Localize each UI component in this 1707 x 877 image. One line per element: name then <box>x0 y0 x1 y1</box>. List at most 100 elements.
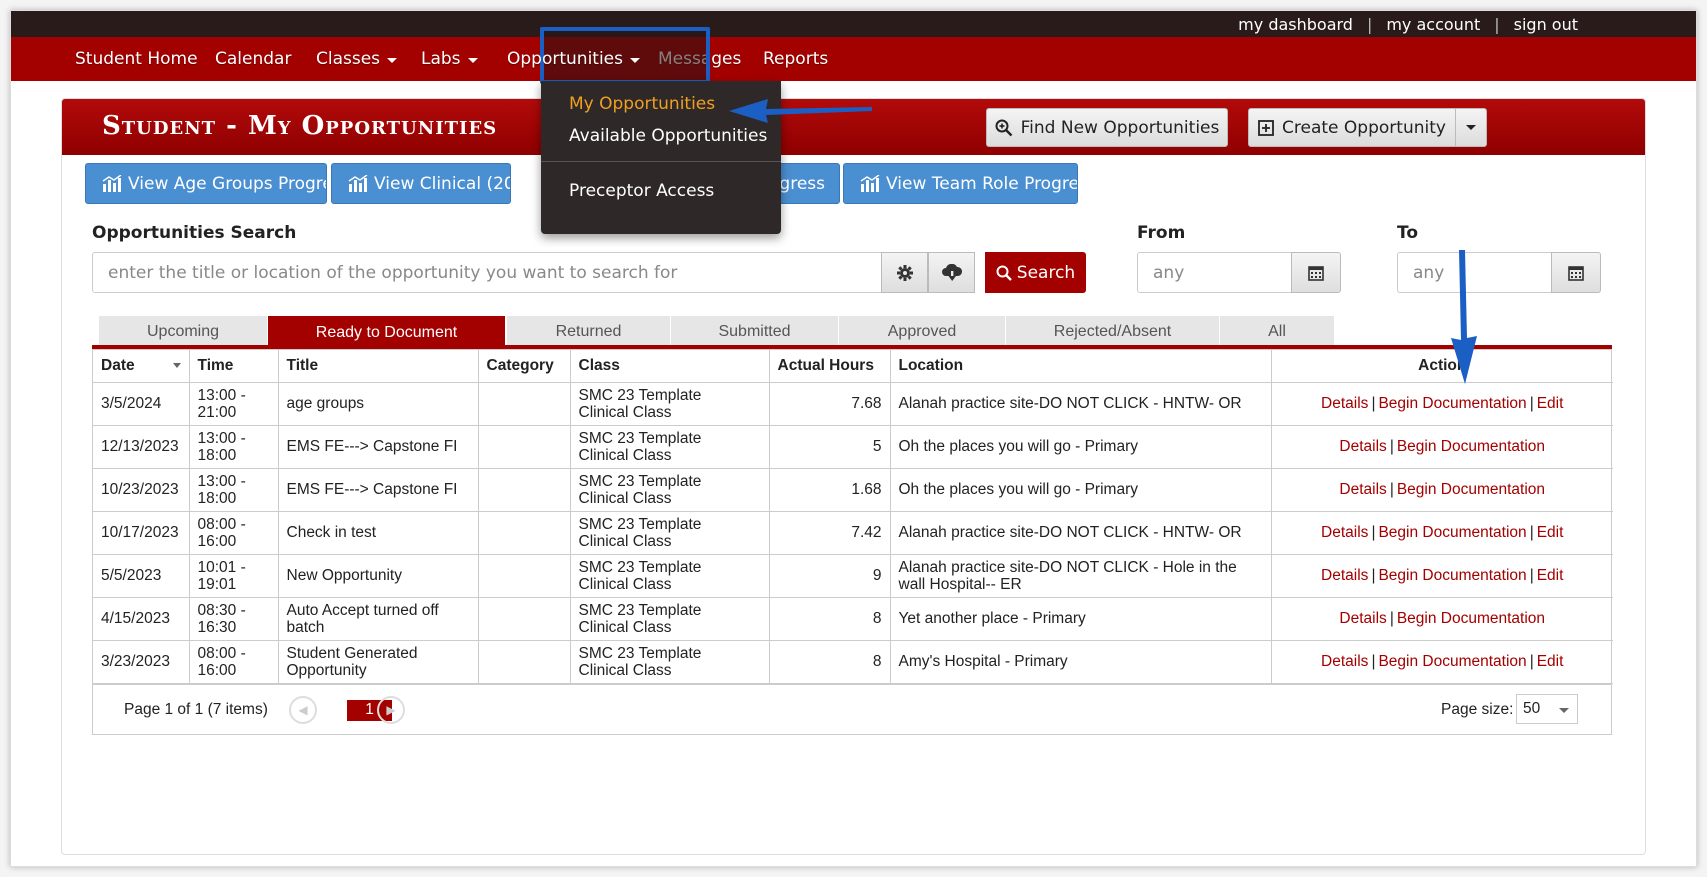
cell-class: SMC 23 Template Clinical Class <box>570 640 770 684</box>
to-date-input[interactable]: any <box>1397 252 1552 293</box>
view-age-groups-progress-button[interactable]: View Age Groups Progress <box>85 163 327 204</box>
sign-out-link[interactable]: sign out <box>1500 15 1592 34</box>
from-calendar-button[interactable] <box>1291 252 1341 293</box>
begin-documentation-link[interactable]: Begin Documentation <box>1378 395 1526 412</box>
action-separator: | <box>1389 610 1394 627</box>
edit-link[interactable]: Edit <box>1537 567 1564 584</box>
details-link[interactable]: Details <box>1321 524 1368 541</box>
details-link[interactable]: Details <box>1339 481 1386 498</box>
view-clinical-progress-button[interactable]: View Clinical (2023 <box>331 163 511 204</box>
create-options-toggle[interactable] <box>1455 108 1487 147</box>
table-row: 10/17/2023 08:00 -16:00 Check in test SMC 2… <box>93 511 1613 555</box>
nav-classes[interactable]: Classes <box>316 37 398 81</box>
time-end: 16:00 <box>197 661 237 679</box>
details-link[interactable]: Details <box>1339 610 1386 627</box>
time-start: 13:00 - <box>197 472 246 490</box>
begin-documentation-link[interactable]: Begin Documentation <box>1397 438 1545 455</box>
action-separator: | <box>1371 567 1376 584</box>
col-header-title[interactable]: Title <box>278 350 479 383</box>
begin-documentation-link[interactable]: Begin Documentation <box>1397 481 1545 498</box>
cell-category <box>478 425 571 469</box>
tab-approved[interactable]: Approved <box>839 316 1005 347</box>
cell-location: Alanah practice site-DO NOT CLICK - Hole… <box>890 554 1272 598</box>
cell-actions: Details | Begin Documentation | Edit <box>1271 554 1613 598</box>
nav-opportunities[interactable]: Opportunities <box>507 37 640 81</box>
tab-upcoming[interactable]: Upcoming <box>99 316 267 347</box>
from-date-input[interactable]: any <box>1137 252 1292 293</box>
my-account-link[interactable]: my account <box>1372 15 1494 34</box>
nav-calendar[interactable]: Calendar <box>215 37 291 81</box>
cell-class: SMC 23 Template Clinical Class <box>570 554 770 598</box>
bar-chart-icon <box>348 174 368 192</box>
edit-link[interactable]: Edit <box>1537 524 1564 541</box>
col-header-class[interactable]: Class <box>570 350 770 383</box>
caret-down-icon <box>467 57 478 63</box>
nav-student-home[interactable]: Student Home <box>75 37 198 81</box>
cell-location: Alanah practice site-DO NOT CLICK - HNTW… <box>890 382 1272 426</box>
time-start: 08:00 - <box>197 644 246 662</box>
opportunities-grid: Date Time Title Category Class Actual Ho… <box>92 349 1613 735</box>
find-new-opportunities-button[interactable]: Find New Opportunities <box>986 108 1228 147</box>
class-line-1: SMC 23 Template <box>578 558 702 576</box>
details-link[interactable]: Details <box>1321 653 1368 670</box>
button-label: View Team Role Progress <box>886 173 1078 194</box>
col-header-date[interactable]: Date <box>93 350 190 383</box>
details-link[interactable]: Details <box>1321 395 1368 412</box>
edit-link[interactable]: Edit <box>1537 653 1564 670</box>
create-opportunity-button[interactable]: Create Opportunity <box>1248 108 1456 147</box>
begin-documentation-link[interactable]: Begin Documentation <box>1378 653 1526 670</box>
search-settings-button[interactable] <box>881 252 928 293</box>
opportunities-dropdown: My Opportunities Available Opportunities… <box>541 81 781 234</box>
col-header-actual-hours[interactable]: Actual Hours <box>769 350 891 383</box>
time-end: 16:00 <box>197 532 237 550</box>
cell-title: EMS FE---> Capstone FI <box>278 468 479 512</box>
edit-link[interactable]: Edit <box>1537 395 1564 412</box>
action-separator: | <box>1371 653 1376 670</box>
my-dashboard-link[interactable]: my dashboard <box>1224 15 1367 34</box>
nav-labs[interactable]: Labs <box>421 37 478 81</box>
view-team-role-progress-button[interactable]: View Team Role Progress <box>843 163 1078 204</box>
begin-documentation-link[interactable]: Begin Documentation <box>1397 610 1545 627</box>
plus-square-icon <box>1258 119 1274 136</box>
col-header-location[interactable]: Location <box>890 350 1272 383</box>
download-button[interactable] <box>928 252 975 293</box>
cell-location: Alanah practice site-DO NOT CLICK - HNTW… <box>890 511 1272 555</box>
prev-page-button[interactable]: ◀ <box>289 695 317 724</box>
details-link[interactable]: Details <box>1321 567 1368 584</box>
cell-class: SMC 23 Template Clinical Class <box>570 382 770 426</box>
calendar-icon <box>1568 265 1584 281</box>
cell-actual-hours: 5 <box>769 425 891 469</box>
search-button[interactable]: Search <box>985 252 1086 293</box>
cell-time: 10:01 -19:01 <box>189 554 279 598</box>
next-page-button[interactable]: ▶ <box>377 695 405 724</box>
menu-item-available-opportunities[interactable]: Available Opportunities <box>569 126 767 146</box>
page-size-value: 50 <box>1523 699 1541 717</box>
nav-reports[interactable]: Reports <box>763 37 828 81</box>
tab-rejected-absent[interactable]: Rejected/Absent <box>1006 316 1219 347</box>
col-header-category[interactable]: Category <box>478 350 571 383</box>
tab-returned[interactable]: Returned <box>507 316 670 347</box>
begin-documentation-link[interactable]: Begin Documentation <box>1378 524 1526 541</box>
caret-down-icon <box>387 57 398 63</box>
menu-item-my-opportunities[interactable]: My Opportunities <box>569 94 715 114</box>
tab-all[interactable]: All <box>1220 316 1334 347</box>
to-calendar-button[interactable] <box>1551 252 1601 293</box>
action-separator: | <box>1529 395 1534 412</box>
col-header-time[interactable]: Time <box>189 350 279 383</box>
details-link[interactable]: Details <box>1339 438 1386 455</box>
cloud-download-icon <box>941 263 962 281</box>
cell-category <box>478 382 571 426</box>
search-input[interactable]: enter the title or location of the oppor… <box>92 252 882 293</box>
begin-documentation-link[interactable]: Begin Documentation <box>1378 567 1526 584</box>
cell-title: Student Generated Opportunity <box>278 640 479 684</box>
cell-time: 08:30 -16:30 <box>189 597 279 641</box>
page-size-select[interactable]: 50 <box>1516 693 1578 724</box>
menu-item-preceptor-access[interactable]: Preceptor Access <box>569 181 714 201</box>
search-button-label: Search <box>1016 262 1076 283</box>
action-separator: | <box>1371 524 1376 541</box>
nav-label: Student Home <box>75 49 198 69</box>
class-line-1: SMC 23 Template <box>578 515 702 533</box>
action-separator: | <box>1389 438 1394 455</box>
cell-date: 10/23/2023 <box>93 468 190 512</box>
tab-submitted[interactable]: Submitted <box>671 316 838 347</box>
